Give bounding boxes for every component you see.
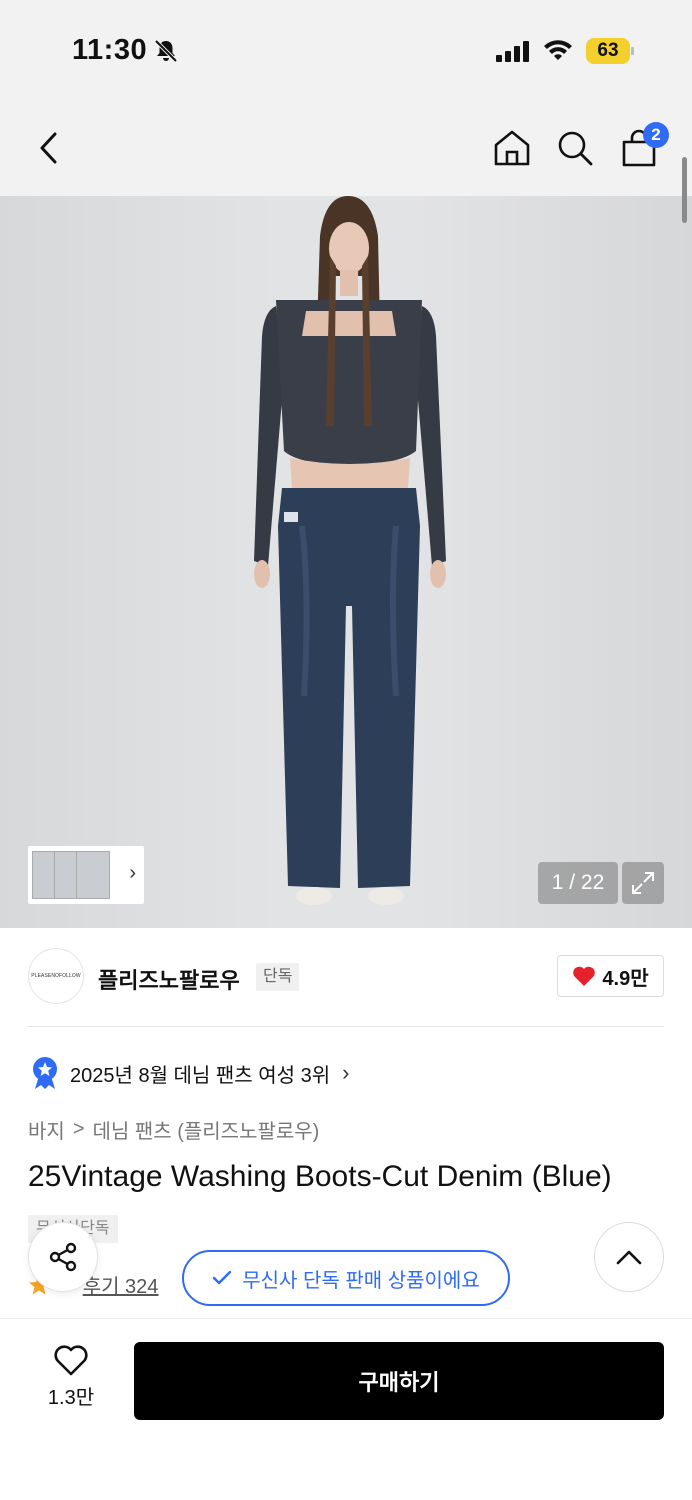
battery-level: 63 [597, 40, 619, 61]
back-button[interactable] [27, 126, 71, 170]
chevron-left-icon [40, 132, 57, 164]
brand-logo-text: PLEASENOFOLLOW [31, 973, 81, 979]
expand-button[interactable] [622, 862, 664, 904]
product-model-image [254, 196, 446, 905]
home-icon [494, 130, 530, 166]
scrollbar-thumb[interactable] [682, 157, 687, 223]
signal-icon [496, 41, 529, 62]
bottom-action-bar: 1.3만 구매하기 [0, 1318, 692, 1500]
brand-like-count: 4.9만 [602, 967, 649, 990]
breadcrumb-category[interactable]: 바지 [28, 1115, 65, 1144]
breadcrumb-subcategory[interactable]: 데님 팬츠 (플리즈노팔로우) [93, 1115, 320, 1144]
breadcrumb-separator: > [72, 1118, 85, 1140]
divider [28, 1026, 664, 1027]
scroll-top-button[interactable] [594, 1222, 664, 1292]
share-button[interactable] [28, 1222, 98, 1292]
thumbnail-image[interactable] [76, 851, 110, 899]
wishlist-button[interactable]: 1.3만 [36, 1345, 106, 1415]
brand-row: PLEASENOFOLLOW 플리즈노팔로우 단독 4.9만 [28, 948, 664, 1006]
home-button[interactable] [490, 126, 534, 170]
thumbnail-strip[interactable]: › [28, 846, 144, 904]
expand-icon [632, 872, 654, 894]
award-badge-icon [33, 1057, 57, 1089]
chevron-right-icon: › [342, 1060, 350, 1085]
ranking-text: 2025년 8월 데님 팬츠 여성 3위 [70, 1064, 331, 1087]
check-icon [213, 1270, 232, 1285]
product-title: 25Vintage Washing Boots-Cut Denim (Blue) [28, 1160, 612, 1193]
image-counter: 1 / 22 [538, 862, 618, 904]
ranking-link[interactable]: 2025년 8월 데님 팬츠 여성 3위 › [30, 1056, 349, 1090]
status-time: 11:30 [72, 34, 148, 66]
brand-logo[interactable]: PLEASENOFOLLOW [28, 948, 84, 1004]
share-icon [49, 1242, 77, 1272]
exclusive-toast: 무신사 단독 판매 상품이에요 [182, 1250, 510, 1306]
wifi-icon [544, 40, 572, 60]
wishlist-count: 1.3만 [47, 1387, 95, 1409]
status-bar: 11:30 63 [0, 0, 692, 100]
exclusive-badge: 단독 [256, 963, 300, 991]
buy-button[interactable]: 구매하기 [134, 1342, 664, 1420]
product-image-gallery[interactable]: › 1 / 22 [0, 196, 692, 928]
brand-name[interactable]: 플리즈노팔로우 [98, 963, 240, 995]
search-button[interactable] [553, 126, 597, 170]
bell-slash-icon [154, 39, 178, 63]
brand-like-button[interactable]: 4.9만 [557, 955, 664, 997]
review-link[interactable]: 후기 324 [83, 1270, 159, 1299]
toast-text: 무신사 단독 판매 상품이에요 [242, 1269, 480, 1292]
heart-outline-icon [54, 1345, 88, 1376]
battery-icon: 63 [586, 38, 634, 64]
cart-button[interactable]: 2 [617, 122, 669, 170]
app-header: 2 [0, 100, 692, 196]
chevron-right-icon[interactable]: › [129, 862, 136, 885]
search-icon [558, 131, 593, 166]
chevron-up-icon [616, 1250, 642, 1265]
heart-filled-icon [573, 966, 596, 986]
breadcrumb: 바지 > 데님 팬츠 (플리즈노팔로우) [28, 1115, 319, 1144]
cart-count-badge: 2 [643, 122, 669, 148]
